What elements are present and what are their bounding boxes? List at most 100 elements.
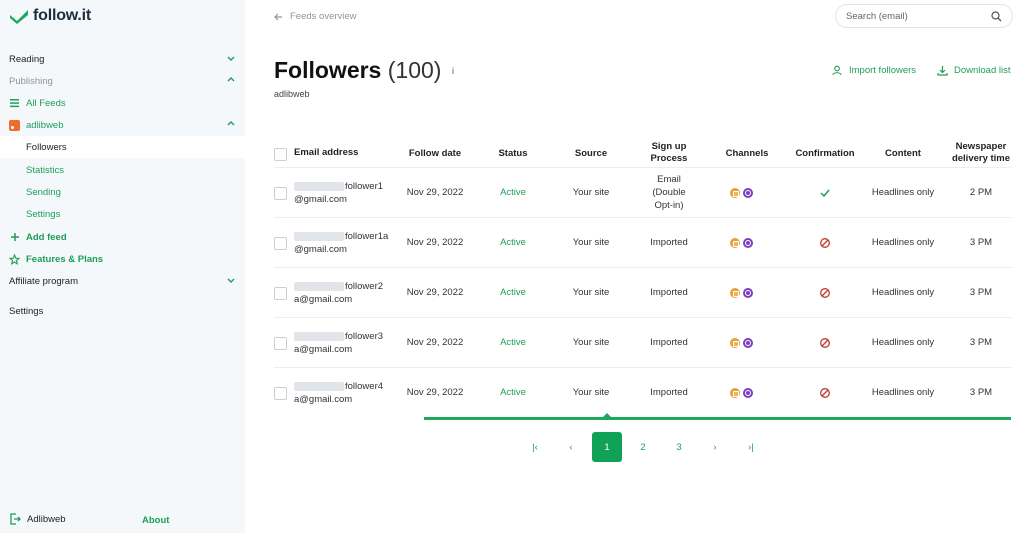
sidebar-item-features[interactable]: Features & Plans xyxy=(0,248,245,270)
sidebar-item-label: Settings xyxy=(26,208,61,220)
email-domain: @gmail.com xyxy=(294,194,347,205)
channels-cell xyxy=(730,238,753,248)
email-domain: a@gmail.com xyxy=(294,394,353,405)
pagination-indicator xyxy=(602,413,612,418)
signup-cell: Email (Double Opt-in) xyxy=(634,173,704,212)
sidebar-item-sending[interactable]: Sending xyxy=(0,181,245,203)
logo[interactable]: follow.it xyxy=(9,7,91,25)
column-header-email[interactable]: Email address xyxy=(294,147,358,159)
page-3-button[interactable]: 3 xyxy=(664,432,694,462)
sidebar-item-followers[interactable]: Followers xyxy=(0,136,245,158)
info-icon[interactable]: i xyxy=(452,66,454,76)
column-header-delivery[interactable]: Newspaper delivery time xyxy=(945,141,1017,165)
plus-icon xyxy=(9,232,20,243)
web-channel-icon xyxy=(743,238,753,248)
first-page-button[interactable]: |‹ xyxy=(520,432,550,462)
search-input[interactable]: Search (email) xyxy=(835,4,1013,28)
sidebar-item-feed-settings[interactable]: Settings xyxy=(0,203,245,225)
email-part: follower2 xyxy=(345,281,384,292)
sidebar-item-label: Settings xyxy=(9,305,44,317)
column-header-signup-line1: Sign up xyxy=(651,141,687,152)
column-header-channels[interactable]: Channels xyxy=(712,148,782,160)
follow-date: Nov 29, 2022 xyxy=(406,387,464,398)
sidebar-item-feed[interactable]: adlibweb xyxy=(0,114,245,136)
row-checkbox[interactable] xyxy=(274,187,287,200)
web-channel-icon xyxy=(743,288,753,298)
row-checkbox[interactable] xyxy=(274,387,287,400)
unconfirmed-icon xyxy=(820,238,830,248)
sidebar-item-statistics[interactable]: Statistics xyxy=(0,159,245,181)
sidebar-item-reading[interactable]: Reading xyxy=(0,48,245,70)
sidebar-item-label: Add feed xyxy=(26,231,67,243)
email-cell[interactable]: follower1a @gmail.com xyxy=(294,230,388,256)
user-account[interactable]: Adlibweb xyxy=(9,513,66,525)
source-cell: Your site xyxy=(572,187,610,198)
email-part: follower1a xyxy=(345,231,389,242)
sidebar-item-label: Statistics xyxy=(26,164,65,176)
email-cell[interactable]: follower1 @gmail.com xyxy=(294,180,383,206)
email-cell[interactable]: follower2 a@gmail.com xyxy=(294,280,383,306)
follow-date: Nov 29, 2022 xyxy=(406,287,464,298)
column-header-confirmation[interactable]: Confirmation xyxy=(787,148,863,160)
delivery-cell: 3 PM xyxy=(969,387,993,398)
email-channel-icon xyxy=(730,238,740,248)
page-2-button[interactable]: 2 xyxy=(628,432,658,462)
chevron-down-icon xyxy=(227,56,235,61)
select-all-checkbox[interactable] xyxy=(274,148,287,161)
content-cell: Headlines only xyxy=(871,187,935,198)
sidebar-item-all-feeds[interactable]: All Feeds xyxy=(0,92,245,114)
email-part: follower1 xyxy=(345,181,384,192)
prev-page-button[interactable]: ‹ xyxy=(556,432,586,462)
column-header-content[interactable]: Content xyxy=(868,148,938,160)
sidebar-item-add-feed[interactable]: Add feed xyxy=(0,226,245,248)
column-header-source[interactable]: Source xyxy=(556,148,626,160)
breadcrumb-label: Feeds overview xyxy=(290,11,357,22)
email-channel-icon xyxy=(730,188,740,198)
email-domain: @gmail.com xyxy=(294,244,347,255)
web-channel-icon xyxy=(743,388,753,398)
column-header-signup-line2: Process xyxy=(650,153,688,164)
redacted-email xyxy=(294,381,344,391)
status-badge: Active xyxy=(500,337,526,348)
signup-line: (Double xyxy=(652,187,686,198)
list-icon xyxy=(9,98,20,109)
channels-cell xyxy=(730,388,753,398)
sidebar-item-affiliate[interactable]: Affiliate program xyxy=(0,270,245,292)
chevron-down-icon xyxy=(227,278,235,283)
column-header-date[interactable]: Follow date xyxy=(395,148,475,160)
content-cell: Headlines only xyxy=(871,287,935,298)
download-list-button[interactable]: Download list xyxy=(937,65,1011,76)
next-page-button[interactable]: › xyxy=(700,432,730,462)
column-header-signup[interactable]: Sign up Process xyxy=(634,141,704,165)
sidebar: follow.it Reading Publishing All Feeds a… xyxy=(0,0,245,533)
content-cell: Headlines only xyxy=(871,337,935,348)
redacted-email xyxy=(294,281,344,291)
sidebar-item-settings[interactable]: Settings xyxy=(0,300,245,322)
column-header-status[interactable]: Status xyxy=(483,148,543,160)
follow-date: Nov 29, 2022 xyxy=(406,337,464,348)
web-channel-icon xyxy=(743,338,753,348)
follower-count: (100) xyxy=(387,57,442,83)
last-page-button[interactable]: ›| xyxy=(736,432,766,462)
status-badge: Active xyxy=(500,287,526,298)
page-title: Followers (100) xyxy=(274,57,441,84)
row-checkbox[interactable] xyxy=(274,237,287,250)
channels-cell xyxy=(730,288,753,298)
import-followers-button[interactable]: Import followers xyxy=(832,65,916,76)
user-add-icon xyxy=(832,65,842,76)
pagination-bar xyxy=(424,417,1011,420)
email-cell[interactable]: follower4 a@gmail.com xyxy=(294,380,383,406)
status-badge: Active xyxy=(500,187,526,198)
delivery-cell: 3 PM xyxy=(969,337,993,348)
redacted-email xyxy=(294,331,344,341)
sidebar-item-publishing[interactable]: Publishing xyxy=(0,70,245,92)
row-checkbox[interactable] xyxy=(274,337,287,350)
about-link[interactable]: About xyxy=(142,515,169,526)
chevron-up-icon xyxy=(227,121,235,126)
email-cell[interactable]: follower3 a@gmail.com xyxy=(294,330,383,356)
page-1-button[interactable]: 1 xyxy=(592,432,622,462)
email-domain: a@gmail.com xyxy=(294,344,353,355)
breadcrumb[interactable]: Feeds overview xyxy=(274,11,357,22)
follow-date: Nov 29, 2022 xyxy=(406,187,464,198)
row-checkbox[interactable] xyxy=(274,287,287,300)
